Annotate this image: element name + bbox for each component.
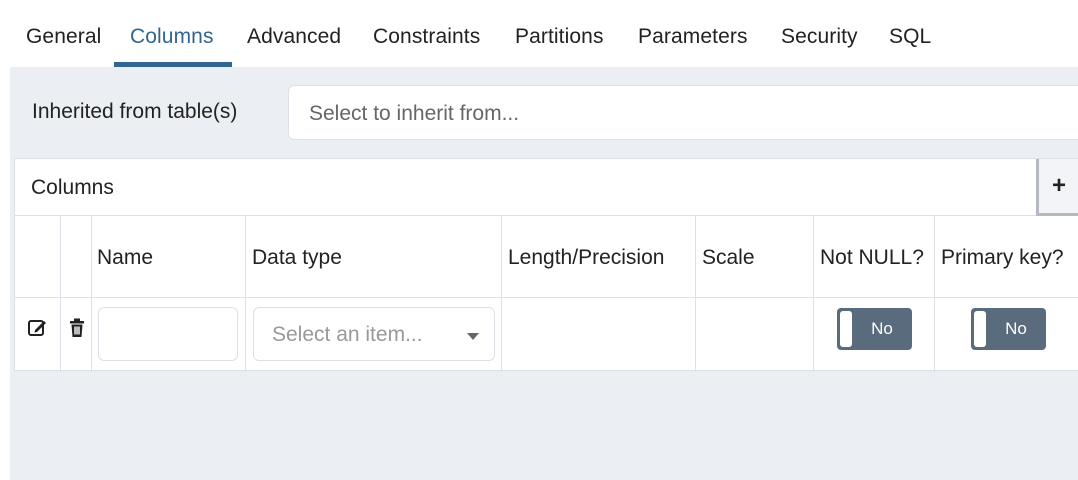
- columns-panel: Columns + Name Data type Length/Precisio…: [14, 158, 1078, 372]
- column-divider: [91, 216, 92, 372]
- columns-panel-header: Columns +: [15, 159, 1078, 216]
- tab-bar: General Columns Advanced Constraints Par…: [10, 8, 1078, 67]
- tab-sql[interactable]: SQL: [889, 25, 931, 49]
- column-divider: [934, 216, 935, 372]
- data-type-select[interactable]: Select an item...: [253, 307, 495, 361]
- plus-icon: +: [1051, 172, 1066, 199]
- chevron-down-icon: [467, 333, 479, 340]
- toggle-knob: [840, 311, 852, 347]
- tab-columns[interactable]: Columns: [130, 25, 214, 49]
- tab-general[interactable]: General: [26, 25, 101, 49]
- column-divider: [501, 216, 502, 372]
- edit-icon[interactable]: [27, 317, 49, 339]
- table-properties-dialog: General Columns Advanced Constraints Par…: [10, 8, 1078, 480]
- columns-panel-title: Columns: [31, 176, 114, 199]
- toggle-knob: [974, 311, 986, 347]
- active-tab-indicator: [114, 62, 232, 67]
- header-scale: Scale: [702, 246, 755, 269]
- table-row: Select an item... No No: [15, 298, 1078, 372]
- add-column-button[interactable]: +: [1036, 159, 1078, 216]
- columns-header-row: Name Data type Length/Precision Scale No…: [15, 216, 1078, 298]
- column-divider: [813, 216, 814, 372]
- column-name-input[interactable]: [98, 307, 238, 361]
- column-divider: [60, 216, 61, 372]
- column-divider: [245, 216, 246, 372]
- tab-advanced[interactable]: Advanced: [247, 25, 341, 49]
- header-data-type: Data type: [252, 246, 342, 269]
- header-name: Name: [97, 246, 154, 269]
- trash-icon[interactable]: [66, 317, 88, 339]
- not-null-toggle[interactable]: No: [837, 308, 912, 350]
- inherit-select[interactable]: Select to inherit from...: [288, 85, 1078, 140]
- inherit-placeholder: Select to inherit from...: [309, 102, 520, 125]
- tab-parameters[interactable]: Parameters: [638, 25, 748, 49]
- header-length-precision: Length/Precision: [508, 246, 665, 269]
- header-primary-key: Primary key?: [941, 246, 1064, 269]
- tab-partitions[interactable]: Partitions: [515, 25, 604, 49]
- header-not-null: Not NULL?: [820, 246, 924, 269]
- primary-key-value: No: [1005, 319, 1027, 338]
- not-null-value: No: [871, 319, 893, 338]
- data-type-placeholder: Select an item...: [272, 323, 423, 346]
- column-divider: [695, 216, 696, 372]
- tab-security[interactable]: Security: [781, 25, 858, 49]
- tab-constraints[interactable]: Constraints: [373, 25, 480, 49]
- inherit-label: Inherited from table(s): [32, 100, 238, 123]
- primary-key-toggle[interactable]: No: [971, 308, 1046, 350]
